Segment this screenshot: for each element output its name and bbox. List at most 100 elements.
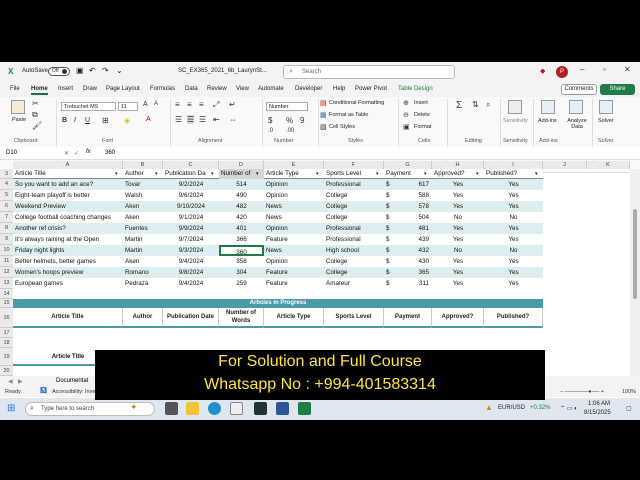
row-header[interactable]: 14 (0, 289, 13, 299)
cell-pub[interactable]: Yes (484, 234, 543, 245)
avatar[interactable]: P (556, 66, 568, 78)
cell-pub[interactable]: Yes (484, 223, 543, 234)
vertical-scrollbar[interactable] (630, 169, 640, 389)
zoom-slider[interactable]: − ──────●── + (560, 389, 604, 395)
clock-time[interactable]: 1:06 AM (588, 401, 610, 407)
cell-type[interactable]: Opinion (264, 223, 324, 234)
cell-pay[interactable]: 588 (394, 190, 432, 201)
progress-header-publication-date[interactable]: Publication Date (163, 308, 219, 328)
cell-date[interactable]: 9/2/2024 (163, 179, 219, 190)
row-header[interactable]: 11 (0, 256, 13, 267)
cell-title[interactable]: Better helmets, better games (13, 256, 123, 267)
menu-power-pivot[interactable]: Power Pivot (355, 86, 387, 92)
col-header-c[interactable]: C (163, 161, 219, 169)
header-article-type[interactable]: Article Type (264, 169, 324, 179)
format-cells-icon[interactable]: ▣ (403, 123, 410, 131)
tray-icons[interactable]: ⌃ ▭ ◐ (560, 405, 578, 412)
accounting-icon[interactable]: $ (268, 116, 272, 125)
cell-pub[interactable]: Yes (484, 256, 543, 267)
cell-pay[interactable]: 430 (394, 256, 432, 267)
row-header[interactable]: 5 (0, 190, 13, 201)
cell-pub[interactable]: Yes (484, 179, 543, 190)
redo-icon[interactable]: ↷ (102, 66, 109, 75)
zoom-level[interactable]: 100% (622, 389, 636, 395)
col-header-g[interactable]: G (384, 161, 432, 169)
cell-title[interactable]: Friday night lights (13, 245, 123, 256)
row-header[interactable]: 8 (0, 223, 13, 234)
row-header[interactable]: 4 (0, 179, 13, 190)
cell-level[interactable]: College (324, 212, 384, 223)
cell-words[interactable]: 482 (219, 201, 264, 212)
increase-font-icon[interactable]: A (143, 101, 148, 108)
row-header[interactable]: 18 (0, 338, 13, 348)
cell-cur[interactable]: $ (384, 256, 394, 267)
save-icon[interactable]: ▣ (76, 66, 84, 75)
sort-filter-icon[interactable]: ⇅ (472, 100, 479, 109)
col-header-a[interactable]: A (13, 161, 123, 169)
conditional-formatting-icon[interactable]: ▤ (320, 99, 327, 107)
merge-center-icon[interactable]: ⇔ (229, 115, 237, 124)
decrease-font-icon[interactable]: A (154, 101, 158, 107)
diamond-icon[interactable]: ◆ (540, 67, 545, 75)
cell-type[interactable]: News (264, 245, 324, 256)
share-button[interactable]: Share (600, 84, 635, 95)
cell-pub[interactable]: No (484, 245, 543, 256)
progress-header-payment[interactable]: Payment (384, 308, 432, 328)
quick-access-icon[interactable]: ⌄ (116, 66, 123, 75)
cell-pay[interactable]: 432 (394, 245, 432, 256)
enter-icon[interactable]: ✓ (74, 150, 79, 157)
minimize-icon[interactable]: – (580, 65, 584, 74)
cell-title[interactable]: Another ref crisis? (13, 223, 123, 234)
align-left-icon[interactable]: ☰ (175, 115, 182, 124)
cell-level[interactable]: High school (324, 245, 384, 256)
cell-appr[interactable]: Yes (432, 234, 484, 245)
cell-appr[interactable]: Yes (432, 267, 484, 278)
cell-appr[interactable]: No (432, 212, 484, 223)
cell-date[interactable]: 9/1/2024 (163, 212, 219, 223)
maximize-icon[interactable]: ▫ (603, 65, 606, 74)
menu-home[interactable]: Home (31, 86, 48, 95)
cell-level[interactable]: Professional (324, 234, 384, 245)
increase-decimal-icon[interactable]: .0 (268, 128, 273, 134)
cell-author[interactable]: Martin (123, 245, 163, 256)
row-header[interactable]: 15 (0, 299, 13, 308)
name-box[interactable]: D10 (6, 150, 17, 156)
cell-words[interactable]: 401 (219, 223, 264, 234)
format-table-icon[interactable]: ▦ (320, 111, 327, 119)
progress-header-published[interactable]: Published? (484, 308, 543, 328)
addins-button[interactable]: Add-ins (538, 118, 557, 124)
menu-insert[interactable]: Insert (58, 86, 73, 92)
cell-level[interactable]: College (324, 267, 384, 278)
cell-date[interactable]: 9/10/2024 (163, 201, 219, 212)
menu-automate[interactable]: Automate (258, 86, 284, 92)
menu-review[interactable]: Review (207, 86, 227, 92)
font-color-icon[interactable]: A (146, 116, 151, 123)
cell-type[interactable]: News (264, 201, 324, 212)
accessibility-status[interactable]: Accessibility: Inve (52, 389, 95, 395)
cell-type[interactable]: Feature (264, 278, 324, 289)
filter-dropdown-icon[interactable]: ▾ (115, 171, 118, 177)
cell-type[interactable]: News (264, 212, 324, 223)
cell-level[interactable]: Professional (324, 179, 384, 190)
align-bottom-icon[interactable]: ≡ (199, 100, 204, 109)
cell-title[interactable]: College football coaching changes (13, 212, 123, 223)
accessibility-icon[interactable]: ♿ (40, 388, 47, 394)
align-middle-icon[interactable]: ≡ (187, 100, 192, 109)
comments-button[interactable]: Comments (561, 84, 597, 95)
sensitivity-icon[interactable] (508, 100, 522, 114)
notification-icon[interactable]: ▢ (626, 405, 632, 412)
menu-view[interactable]: View (236, 86, 249, 92)
cell-title[interactable]: Weekend Preview (13, 201, 123, 212)
file-explorer-icon[interactable] (186, 402, 199, 415)
cell-type[interactable]: Feature (264, 234, 324, 245)
row-header[interactable]: 13 (0, 278, 13, 289)
cell-level[interactable]: College (324, 190, 384, 201)
cell-date[interactable]: 9/4/2024 (163, 256, 219, 267)
paste-icon[interactable] (11, 100, 25, 114)
windows-start-icon[interactable]: ⊞ (7, 403, 15, 414)
cell-author[interactable]: Romano (123, 267, 163, 278)
terminal-icon[interactable] (254, 402, 267, 415)
filter-dropdown-icon[interactable]: ▾ (424, 171, 427, 177)
cell-date[interactable]: 9/3/2024 (163, 245, 219, 256)
align-center-icon[interactable]: ☰ (187, 115, 195, 124)
